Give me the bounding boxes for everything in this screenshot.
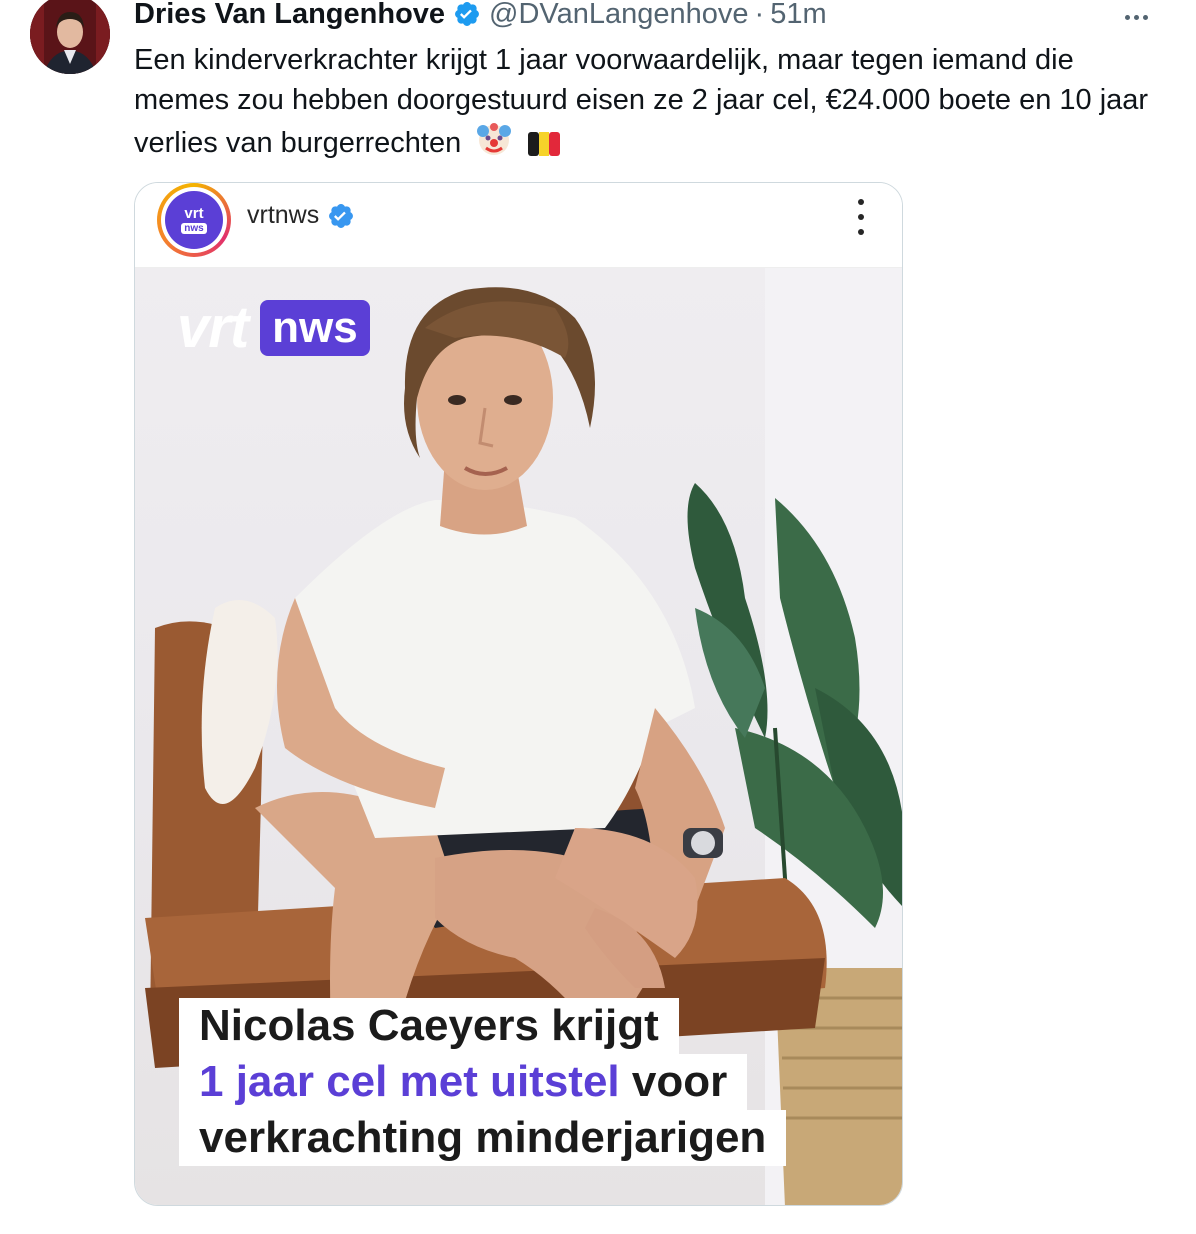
belgian-flag-emoji-icon xyxy=(527,129,561,169)
avatar-portrait xyxy=(30,0,110,74)
media-card[interactable]: vrt nws vrtnws vrt nws Nicolas Caeyers k… xyxy=(134,182,903,1206)
more-options-icon[interactable] xyxy=(1116,2,1156,32)
verified-badge-icon[interactable] xyxy=(453,0,481,28)
caption-line-2-rest: voor xyxy=(619,1057,728,1106)
caption-line-3: verkrachting minderjarigen xyxy=(179,1110,787,1166)
caption-highlight: 1 jaar cel met uitstel xyxy=(199,1057,620,1106)
vrtnws-logo: vrt nws xyxy=(177,298,370,358)
tweet-timestamp[interactable]: 51m xyxy=(770,0,826,31)
embedded-username[interactable]: vrtnws xyxy=(247,201,319,230)
tweet-body: Een kinderverkrachter krijgt 1 jaar voor… xyxy=(134,44,1149,159)
embedded-account-name[interactable]: vrtnws xyxy=(247,201,355,230)
post-photo: vrt nws Nicolas Caeyers krijgt 1 jaar ce… xyxy=(135,268,902,1205)
avatar-nws-text: nws xyxy=(181,222,207,234)
caption-line-2: 1 jaar cel met uitstel voor xyxy=(179,1054,748,1110)
embedded-verified-icon xyxy=(327,202,355,230)
news-caption: Nicolas Caeyers krijgt 1 jaar cel met ui… xyxy=(179,998,839,1166)
embedded-post-header: vrt nws vrtnws xyxy=(135,183,902,268)
author-name[interactable]: Dries Van Langenhove xyxy=(134,0,445,31)
author-handle[interactable]: @DVanLangenhove xyxy=(489,0,749,31)
caption-line-1: Nicolas Caeyers krijgt xyxy=(179,998,679,1054)
tweet-header: Dries Van Langenhove @DVanLangenhove · 5… xyxy=(134,0,827,34)
author-avatar[interactable] xyxy=(30,0,110,74)
logo-vrt-text: vrt xyxy=(177,295,249,360)
vrtnws-avatar[interactable]: vrt nws xyxy=(157,183,231,257)
avatar-vrt-text: vrt xyxy=(184,204,204,222)
embedded-more-icon[interactable] xyxy=(856,199,866,235)
tweet-text: Een kinderverkrachter krijgt 1 jaar voor… xyxy=(134,40,1164,169)
logo-nws-text: nws xyxy=(260,300,370,356)
tweet: Dries Van Langenhove @DVanLangenhove · 5… xyxy=(0,0,1196,1234)
clown-face-emoji-icon xyxy=(475,120,513,169)
meta-separator: · xyxy=(754,0,765,30)
